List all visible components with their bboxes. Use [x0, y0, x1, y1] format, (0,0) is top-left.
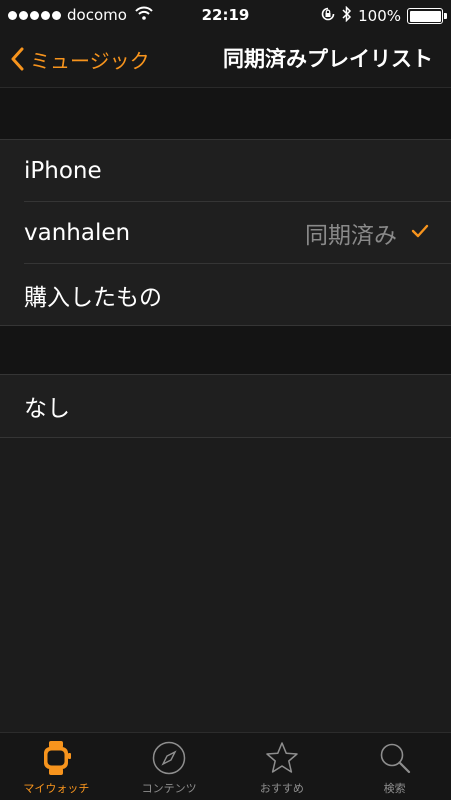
battery-percent: 100%	[358, 7, 401, 25]
search-icon	[377, 739, 413, 777]
playlist-row-purchased[interactable]: 購入したもの	[0, 264, 451, 326]
bluetooth-icon	[342, 5, 352, 26]
playlist-row-iphone[interactable]: iPhone	[0, 140, 451, 202]
back-button[interactable]: ミュージック	[10, 30, 150, 88]
playlist-label: vanhalen	[24, 220, 131, 246]
status-right: 100%	[320, 5, 447, 26]
chevron-left-icon	[11, 47, 24, 71]
tab-bar: マイウォッチ コンテンツ おすすめ 検索	[0, 732, 451, 800]
playlist-label: 購入したもの	[24, 285, 162, 311]
divider	[0, 437, 451, 438]
tab-search[interactable]: 検索	[338, 733, 451, 800]
compass-icon	[151, 739, 187, 777]
status-bar: docomo 22:19 100%	[0, 0, 451, 30]
checkmark-icon	[411, 224, 429, 238]
star-icon	[264, 739, 300, 777]
tab-label: 検索	[383, 782, 406, 795]
page-title: 同期済みプレイリスト	[223, 47, 433, 71]
tab-my-watch[interactable]: マイウォッチ	[0, 733, 113, 800]
playlist-label: なし	[24, 396, 70, 422]
section-spacer	[0, 88, 451, 139]
section-spacer	[0, 326, 451, 374]
tab-label: おすすめ	[259, 782, 304, 795]
navigation-bar: ミュージック 同期済みプレイリスト	[0, 30, 451, 88]
back-button-label: ミュージック	[30, 48, 150, 73]
battery-icon	[407, 8, 447, 24]
rotation-lock-icon	[320, 6, 336, 26]
playlist-label: iPhone	[24, 158, 102, 184]
playlist-row-vanhalen[interactable]: vanhalen 同期済み	[0, 202, 451, 264]
tab-content[interactable]: コンテンツ	[113, 733, 226, 800]
tab-label: コンテンツ	[141, 782, 197, 795]
tab-featured[interactable]: おすすめ	[226, 733, 339, 800]
watch-icon	[38, 739, 74, 777]
playlist-row-none[interactable]: なし	[0, 375, 451, 437]
tab-label: マイウォッチ	[23, 782, 90, 795]
sync-status-label: 同期済み	[305, 223, 397, 249]
